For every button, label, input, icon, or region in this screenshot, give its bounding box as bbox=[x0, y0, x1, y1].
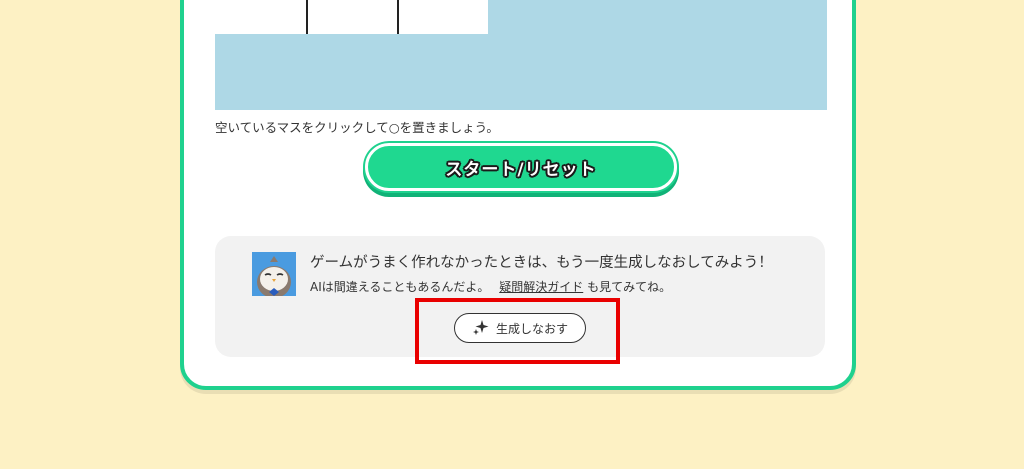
hint-subtitle-prefix: AIは間違えることもあるんだよ。 bbox=[310, 280, 490, 294]
grid-line bbox=[397, 0, 399, 34]
owl-avatar-icon bbox=[252, 252, 296, 296]
grid-line bbox=[306, 0, 308, 34]
highlight-annotation bbox=[415, 298, 620, 364]
game-canvas[interactable] bbox=[215, 0, 827, 110]
start-reset-button[interactable]: スタート/リセット bbox=[365, 143, 677, 191]
hint-subtitle: AIは間違えることもあるんだよ。 疑問解決ガイド も見てみてね。 bbox=[310, 278, 671, 295]
game-instruction: 空いているマスをクリックして○を置きましょう。 bbox=[215, 120, 499, 135]
hint-subtitle-suffix: も見てみてね。 bbox=[587, 280, 672, 294]
faq-guide-link[interactable]: 疑問解決ガイド bbox=[499, 280, 583, 294]
tic-tac-toe-board[interactable] bbox=[215, 0, 488, 34]
hint-title: ゲームがうまく作れなかったときは、もう一度生成しなおしてみよう！ bbox=[310, 255, 773, 271]
